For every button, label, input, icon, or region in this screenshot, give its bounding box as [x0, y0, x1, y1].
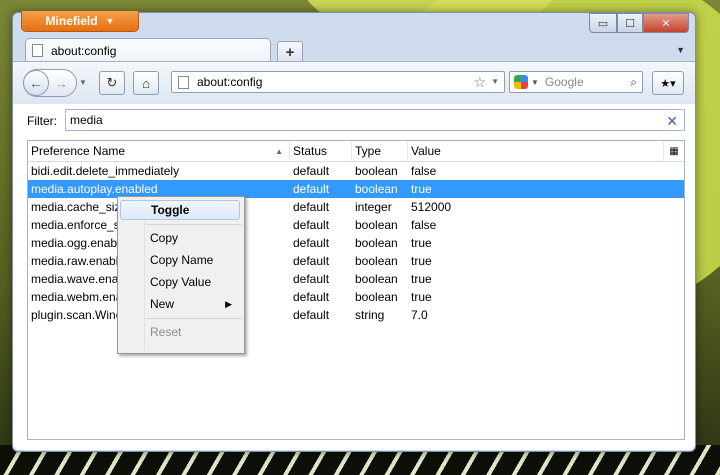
- cell-type: integer: [355, 200, 392, 214]
- cell-status: default: [293, 236, 330, 250]
- app-menu-label: Minefield: [45, 14, 98, 28]
- menu-item-reset: Reset: [120, 322, 240, 342]
- cell-type: boolean: [355, 254, 398, 268]
- column-label: Preference Name: [31, 144, 126, 158]
- maximize-button[interactable]: ☐: [617, 13, 643, 33]
- column-header-type[interactable]: Type: [352, 141, 408, 161]
- tab-title: about:config: [51, 43, 117, 58]
- menu-item-label: Copy: [150, 231, 179, 245]
- menu-item-copy[interactable]: Copy: [120, 228, 240, 248]
- url-dropdown-icon[interactable]: ▼: [491, 77, 499, 86]
- browser-window: Minefield ▼ ▭ ☐ ✕ about:config + ▼ ← → ▼…: [12, 11, 696, 452]
- cell-status: default: [293, 164, 330, 178]
- sort-ascending-icon: ▲: [275, 146, 283, 156]
- window-controls: ▭ ☐ ✕: [589, 13, 689, 33]
- menu-item-label: Copy Value: [150, 275, 212, 289]
- column-header-status[interactable]: Status: [290, 141, 352, 161]
- filter-input[interactable]: media ✕: [65, 109, 685, 131]
- url-bar[interactable]: about:config ☆ ▼: [171, 71, 505, 93]
- cell-value: false: [411, 218, 437, 232]
- cell-value: true: [411, 272, 432, 286]
- menu-item-copy-value[interactable]: Copy Value: [120, 272, 240, 292]
- history-dropdown-icon[interactable]: ▼: [79, 78, 87, 87]
- minimize-button[interactable]: ▭: [589, 13, 617, 33]
- search-icon[interactable]: ⌕: [630, 75, 637, 90]
- table-row[interactable]: bidi.edit.delete_immediately default boole…: [28, 162, 684, 180]
- cell-preference-name: bidi.edit.delete_immediately: [31, 164, 180, 178]
- menu-item-label: Toggle: [151, 203, 190, 217]
- cell-status: default: [293, 290, 330, 304]
- tab-about-config[interactable]: about:config: [25, 38, 271, 62]
- new-tab-button[interactable]: +: [277, 41, 303, 63]
- column-header-value[interactable]: Value: [408, 141, 664, 161]
- clear-filter-icon[interactable]: ✕: [666, 113, 678, 130]
- cell-value: true: [411, 182, 432, 196]
- filter-value: media: [70, 113, 103, 127]
- submenu-arrow-icon: ▶: [225, 298, 232, 309]
- menu-item-label: Copy Name: [150, 253, 214, 267]
- google-icon[interactable]: [514, 75, 528, 89]
- cell-status: default: [293, 272, 330, 286]
- list-all-tabs-icon[interactable]: ▼: [676, 45, 685, 55]
- cell-status: default: [293, 308, 330, 322]
- page-icon: [178, 75, 189, 89]
- column-picker-icon[interactable]: ▦: [664, 141, 684, 161]
- app-menu-button[interactable]: Minefield ▼: [21, 11, 139, 32]
- url-text: about:config: [197, 75, 263, 89]
- cell-type: boolean: [355, 218, 398, 232]
- filter-row: Filter: media ✕: [13, 104, 695, 136]
- page-icon: [32, 44, 43, 57]
- close-window-button[interactable]: ✕: [643, 13, 689, 33]
- menu-separator: [146, 318, 242, 319]
- cell-type: boolean: [355, 164, 398, 178]
- cell-type: boolean: [355, 272, 398, 286]
- menu-item-toggle[interactable]: Toggle: [120, 200, 240, 220]
- bookmarks-menu-button[interactable]: ★▾: [652, 71, 684, 95]
- cell-type: string: [355, 308, 385, 322]
- bookmark-star-icon[interactable]: ☆: [473, 74, 486, 91]
- cell-status: default: [293, 182, 330, 196]
- search-bar[interactable]: ▼ Google ⌕: [509, 71, 643, 93]
- cell-value: 512000: [411, 200, 452, 214]
- bookmarks-icon: ★▾: [660, 77, 676, 90]
- column-header-preference-name[interactable]: Preference Name ▲: [28, 141, 290, 161]
- cell-status: default: [293, 200, 330, 214]
- table-header: Preference Name ▲ Status Type Value ▦: [28, 141, 684, 162]
- menu-item-label: New: [150, 297, 175, 311]
- cell-type: boolean: [355, 236, 398, 250]
- search-placeholder: Google: [544, 75, 584, 89]
- engine-dropdown-icon[interactable]: ▼: [531, 78, 539, 87]
- cell-type: boolean: [355, 290, 398, 304]
- reload-button[interactable]: ↻: [99, 71, 125, 95]
- back-button[interactable]: ←: [23, 70, 49, 96]
- forward-button[interactable]: →: [55, 76, 68, 91]
- cell-value: true: [411, 254, 432, 268]
- page-content: Filter: media ✕ Preference Name ▲ Status…: [13, 104, 695, 450]
- cell-type: boolean: [355, 182, 398, 196]
- context-menu: Toggle Copy Copy Name Copy Value New ▶ R…: [117, 196, 245, 354]
- cell-value: true: [411, 290, 432, 304]
- cell-preference-name: media.autoplay.enabled: [31, 182, 158, 196]
- navigation-toolbar: ← → ▼ ↻ ⌂ about:config ☆ ▼ ▼ Google ⌕ ★▾: [13, 61, 695, 105]
- cell-value: 7.0: [411, 308, 428, 322]
- menu-item-label: Reset: [150, 325, 182, 339]
- cell-value: true: [411, 236, 432, 250]
- cell-status: default: [293, 218, 330, 232]
- home-button[interactable]: ⌂: [133, 71, 159, 95]
- menu-separator: [146, 224, 242, 225]
- menu-item-new[interactable]: New ▶: [120, 294, 240, 314]
- menu-item-copy-name[interactable]: Copy Name: [120, 250, 240, 270]
- cell-value: false: [411, 164, 437, 178]
- back-forward-group: ← →: [23, 69, 77, 97]
- chevron-down-icon: ▼: [105, 16, 115, 26]
- cell-status: default: [293, 254, 330, 268]
- filter-label: Filter:: [27, 114, 57, 128]
